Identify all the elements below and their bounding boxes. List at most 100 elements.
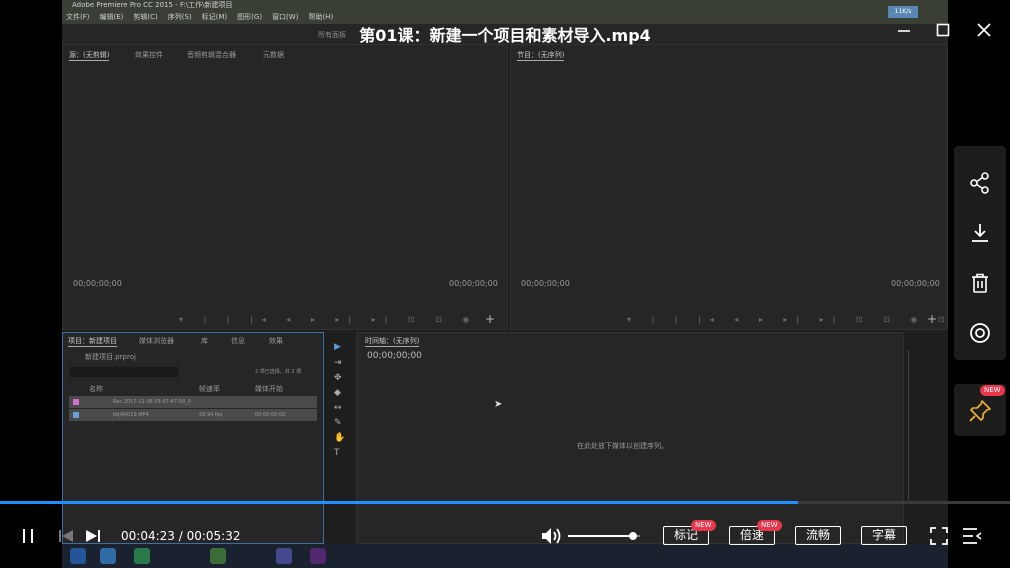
panel-tab: 节目：(无序列) (517, 51, 565, 61)
project-file-name: 新建项目.prproj (85, 353, 136, 361)
panel-tab: 媒体浏览器 (139, 337, 174, 345)
quality-button[interactable]: 流畅 (795, 526, 841, 545)
panel-tab: 源：(无剪辑) (69, 51, 110, 61)
video-frame[interactable]: Adobe Premiere Pro CC 2015 - F:\工作\新建项目 … (62, 0, 948, 568)
premiere-menu: 标记(M) (201, 13, 228, 21)
source-transport-controls: ▾ | | |◂ ◂ ▸ ▸| ▸| ⊡ ⊡ ◉ (179, 315, 479, 324)
project-row: Rec 2017-11-06 05-07-47-00_0 (69, 396, 317, 408)
panel-tab: 信息 (231, 337, 245, 345)
volume-slider[interactable] (568, 532, 640, 540)
timeline-timecode: 00;00;00;00 (367, 351, 422, 361)
maximize-icon (936, 23, 950, 37)
time-separator: / (174, 529, 187, 543)
project-row: bbj40019.MP4 59.94 fps 00:00:00:00 (69, 409, 317, 421)
fullscreen-icon (930, 527, 948, 545)
premiere-menu: 窗口(W) (272, 13, 299, 21)
project-col-header: 帧速率 (199, 385, 220, 393)
skip-previous-icon (59, 530, 73, 542)
program-timecode-in: 00;00;00;00 (521, 279, 570, 288)
time-display: 00:04:23 / 00:05:32 (121, 529, 240, 543)
new-badge: NEW (691, 520, 716, 531)
type-tool-icon: T (334, 448, 340, 458)
playlist-icon (963, 528, 982, 544)
ripple-tool-icon: ✥ (334, 373, 342, 383)
premiere-menu: 文件(F) (66, 13, 90, 21)
premiere-menu: 图形(G) (237, 13, 263, 21)
minimize-icon (898, 30, 910, 32)
volume-knob[interactable] (628, 532, 637, 540)
track-select-tool-icon: ⇥ (334, 358, 342, 368)
panel-tab: 效果 (269, 337, 283, 345)
player-controls: 00:04:23 / 00:05:32 标记 NEW 倍速 NEW 流畅 字幕 (0, 504, 1010, 568)
program-transport-controls: ▾ | | |◂ ◂ ▸ ▸| ▸| ⊡ ⊡ ◉ ⊡ (627, 315, 948, 324)
volume-fill (568, 535, 633, 537)
project-row-start: 00:00:00:00 (255, 412, 286, 418)
source-timecode-out: 00;00;00;00 (449, 279, 498, 288)
close-button[interactable] (974, 22, 994, 42)
premiere-menu: 序列(S) (167, 13, 192, 21)
close-icon (977, 23, 991, 37)
minimize-button[interactable] (894, 22, 914, 42)
maximize-button[interactable] (933, 22, 953, 42)
new-badge: NEW (757, 520, 782, 531)
source-timecode-in: 00;00;00;00 (73, 279, 122, 288)
premiere-menus: 文件(F) 编辑(E) 剪辑(C) 序列(S) 标记(M) 图形(G) 窗口(W… (66, 12, 333, 22)
share-icon (970, 172, 989, 194)
slip-tool-icon: ↔ (334, 403, 342, 413)
project-row-fps: 59.94 fps (199, 412, 223, 418)
timeline-drop-hint: 在此处放下媒体以创建序列。 (577, 442, 668, 450)
project-row-name: Rec 2017-11-06 05-07-47-00_0 (113, 399, 191, 405)
skip-next-icon (86, 530, 100, 542)
panel-tab: 时间轴：(无序列) (365, 337, 420, 347)
panel-tab: 元数据 (263, 51, 284, 59)
time-current: 00:04:23 (121, 529, 175, 543)
playlist-button[interactable] (962, 527, 982, 549)
pause-icon (23, 529, 33, 543)
pin-button[interactable]: NEW (954, 384, 1006, 436)
premiere-menu: 帮助(H) (308, 13, 334, 21)
download-icon (972, 224, 988, 242)
project-item-count: 2 项已选择，共 2 项 (255, 369, 302, 375)
download-button[interactable] (954, 209, 1006, 259)
trash-icon (972, 273, 988, 293)
label-swatch (73, 412, 79, 418)
project-row-name: bbj40019.MP4 (113, 412, 149, 418)
project-col-header: 名称 (89, 385, 103, 393)
panel-tab: 库 (201, 337, 208, 345)
circle-target-icon (970, 323, 990, 343)
premiere-menu: 编辑(E) (99, 13, 124, 21)
premiere-menubar: Adobe Premiere Pro CC 2015 - F:\工作\新建项目 … (62, 0, 948, 24)
premiere-titlebar: Adobe Premiere Pro CC 2015 - F:\工作\新建项目 (72, 1, 233, 9)
volume-icon (542, 528, 561, 544)
share-button[interactable] (954, 159, 1006, 209)
mouse-cursor-icon: ➤ (494, 399, 503, 410)
subtitle-button[interactable]: 字幕 (861, 526, 907, 545)
new-badge: NEW (980, 385, 1005, 396)
program-monitor-panel: 节目：(无序列) 00;00;00;00 00;00;00;00 ▾ | | |… (510, 44, 948, 330)
screenshot-button[interactable] (954, 309, 1006, 359)
pen-tool-icon: ✎ (334, 418, 342, 428)
delete-button[interactable] (954, 259, 1006, 309)
right-sidebar (954, 146, 1006, 360)
add-button-icon: + (927, 312, 938, 326)
time-total: 00:05:32 (186, 529, 241, 543)
hand-tool-icon: ✋ (334, 433, 346, 443)
add-button-icon: + (485, 312, 496, 326)
audio-meter (908, 350, 932, 500)
video-title: 第01课：新建一个项目和素材导入.mp4 (359, 26, 651, 45)
panel-tab: 项目：新建项目 (68, 337, 117, 347)
fullscreen-button[interactable] (930, 527, 948, 549)
net-speed-badge: 11K/s (888, 6, 918, 18)
project-col-header: 媒体开始 (255, 385, 283, 393)
next-button[interactable] (85, 528, 101, 548)
source-monitor-panel: 源：(无剪辑) 效果控件 音频剪辑混合器 元数据 00;00;00;00 00;… (62, 44, 508, 330)
program-timecode-out: 00;00;00;00 (891, 279, 940, 288)
project-search-input (69, 367, 179, 377)
selection-tool-icon: ▶ (334, 342, 341, 352)
premiere-menu: 剪辑(C) (133, 13, 158, 21)
pause-button[interactable] (20, 528, 36, 548)
panel-tab: 效果控件 (135, 51, 163, 59)
previous-button[interactable] (58, 528, 74, 548)
razor-tool-icon: ◆ (334, 388, 341, 398)
volume-button[interactable] (541, 526, 563, 550)
